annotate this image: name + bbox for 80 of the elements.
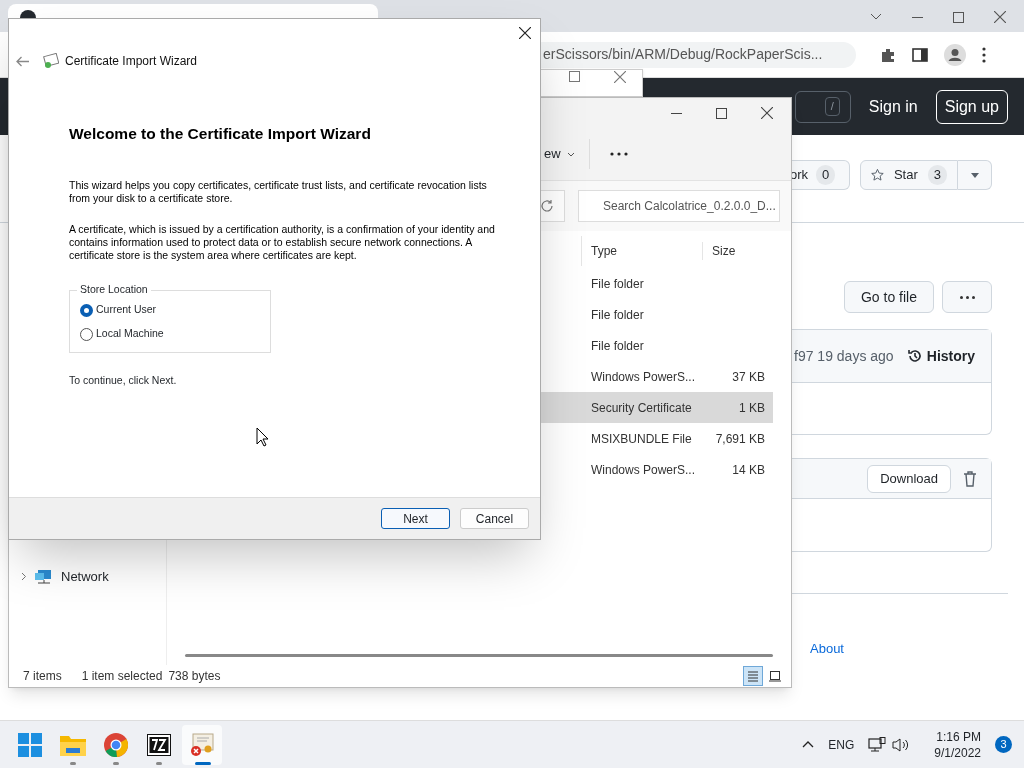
address-bar[interactable]: erScissors/bin/ARM/Debug/RockPaperScis... [541,41,856,68]
file-size: 7,691 KB [714,430,765,448]
nav-item[interactable]: Network [9,567,166,587]
file-type: File folder [591,337,645,355]
chevron-up-icon[interactable] [802,741,815,748]
maximize-icon[interactable] [569,71,580,82]
chevron-down-icon [566,151,575,157]
maximize-icon[interactable] [953,11,964,23]
view-toggle[interactable] [743,666,763,686]
status-text: 738 bytes [168,668,221,685]
description-paragraph: A certificate, which is issued by a certification authority, is a confirmation of your identity and contains information used to protect data or to establish secure network connections. A certificate store is the system area where certificates are kept. [69,223,496,263]
archive-app-icon[interactable] [147,733,171,756]
wizard-heading: Welcome to the Certificate Import Wizard [69,124,372,144]
star-icon [871,167,884,183]
file-type: File folder [591,306,645,324]
column-header[interactable]: Size [702,242,768,260]
radio-option[interactable]: Local Machine [80,322,260,346]
instruction-text: To continue, click Next. [69,373,178,388]
dialog-title: Certificate Import Wizard [65,53,198,70]
network-icon [35,568,53,585]
chevron-icon[interactable] [21,572,27,582]
star-dropdown-button[interactable] [958,160,992,190]
speaker-icon[interactable] [892,736,911,753]
sign-up-button[interactable]: Sign up [935,89,1008,124]
network-icon[interactable] [868,736,887,753]
close-icon[interactable] [761,107,773,119]
language-indicator[interactable]: ENG [828,735,855,754]
site-search-field[interactable]: / [794,90,851,123]
profile-icon[interactable] [944,43,966,66]
mouse-cursor-icon [256,427,269,447]
file-type: Windows PowerS... [591,461,697,479]
status-text: 7 items [23,668,62,685]
tile-view-icon [769,670,781,682]
chevron-down-icon[interactable] [870,13,882,21]
caret-icon [970,172,979,178]
certificate-icon[interactable] [189,731,215,758]
radio-option[interactable]: Current User [80,298,260,322]
star-button[interactable]: Star 3 [860,160,958,190]
group-label: Store Location [79,282,149,298]
trash-icon[interactable] [963,470,977,487]
maximize-icon[interactable] [716,107,727,119]
folder-icon[interactable] [60,733,86,756]
about-link[interactable]: About [810,639,992,659]
dialog-button[interactable]: Cancel [460,508,529,529]
file-type: File folder [591,275,645,293]
more-vertical-icon[interactable] [982,46,986,63]
column-header[interactable]: Type [582,242,702,260]
radio-button[interactable] [80,327,93,341]
notification-badge[interactable]: 3 [995,736,1012,753]
puzzle-icon[interactable] [880,46,896,63]
side-panel-icon[interactable] [912,46,928,63]
sign-in-link[interactable]: Sign in [864,94,922,119]
file-size: 14 KB [731,461,765,479]
file-type: Windows PowerS... [591,368,697,386]
url-text: erScissors/bin/ARM/Debug/RockPaperScis... [543,45,823,64]
view-menu[interactable]: ew [544,144,575,164]
file-type: Security Certificate [591,399,693,417]
certificate-icon [43,53,59,69]
refresh-icon [540,199,554,213]
description-paragraph: This wizard helps you copy certificates, certificate trust lists, and certificate revocation lists from your disk to a certificate store. [69,179,488,206]
history-link[interactable]: History [906,345,975,367]
more-options-icon[interactable] [609,152,628,156]
file-size: 37 KB [731,368,765,386]
download-button[interactable]: Download [867,464,951,493]
file-type: MSIXBUNDLE File [591,430,693,448]
status-text: 1 item selected [81,668,163,685]
history-icon [906,348,923,364]
close-icon[interactable] [519,27,531,39]
search-field[interactable]: Search Calcolatrice_0.2.0.0_D... [578,190,780,222]
file-size: 1 KB [738,399,765,417]
radio-button[interactable] [80,303,93,317]
clock[interactable]: 1:16 PM 9/1/2022 [934,728,981,761]
windows-logo-icon[interactable] [18,732,42,757]
commit-info: f97 19 days ago [793,346,894,366]
chrome-icon[interactable] [104,732,128,757]
shortcut-key: / [824,97,840,116]
list-view-icon [747,670,759,682]
go-to-file-button[interactable]: Go to file [843,281,934,313]
back-arrow-icon[interactable] [16,55,29,67]
dialog-button[interactable]: Next [381,508,450,529]
